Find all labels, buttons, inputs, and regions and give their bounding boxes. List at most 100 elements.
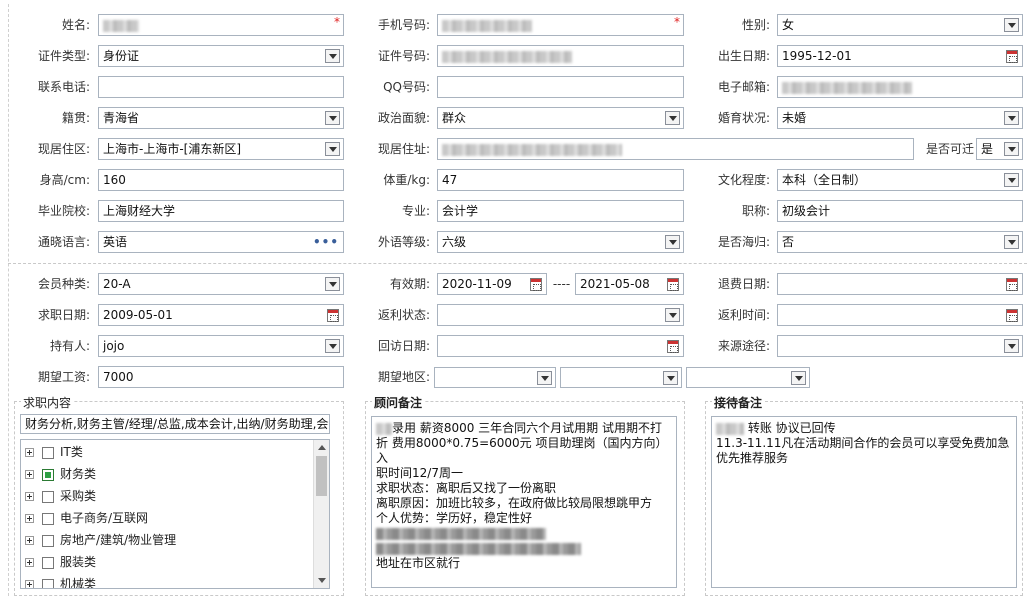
holder-select[interactable]: jojo — [98, 335, 344, 357]
calendar-icon[interactable] — [667, 340, 679, 353]
chevron-down-icon[interactable] — [665, 235, 680, 249]
region-province-select[interactable] — [434, 367, 556, 388]
chevron-down-icon[interactable] — [665, 308, 680, 322]
langlevel-select[interactable]: 六级 — [437, 231, 684, 253]
valid-from-value: 2020-11-09 — [442, 277, 512, 291]
qq-field[interactable] — [437, 76, 684, 98]
chevron-down-icon[interactable] — [325, 111, 340, 125]
advisor-notes-text[interactable]: 录用 薪资8000 三年合同六个月试用期 试用期不打 折 费用8000*0.75… — [371, 416, 677, 588]
redacted-text — [716, 422, 744, 435]
source-select[interactable] — [777, 335, 1023, 357]
weight-field[interactable]: 47 — [437, 169, 684, 191]
phone-field[interactable]: * — [437, 14, 684, 36]
chevron-down-icon[interactable] — [325, 339, 340, 353]
chevron-down-icon[interactable] — [791, 371, 806, 385]
checkbox[interactable] — [42, 556, 54, 569]
checkbox[interactable] — [42, 512, 54, 525]
checkbox[interactable] — [42, 534, 54, 547]
scroll-thumb[interactable] — [316, 456, 327, 496]
expand-icon[interactable] — [25, 470, 34, 479]
calendar-icon[interactable] — [530, 278, 542, 291]
jobdate-field[interactable]: 2009-05-01 — [98, 304, 344, 326]
chevron-down-icon[interactable] — [1004, 339, 1019, 353]
checkbox-checked[interactable] — [42, 468, 54, 481]
idtype-select[interactable]: 身份证 — [98, 45, 344, 67]
tel-field[interactable] — [98, 76, 344, 98]
chevron-down-icon[interactable] — [1004, 111, 1019, 125]
area-select[interactable]: 上海市-上海市-[浦东新区] — [98, 138, 344, 160]
marital-select[interactable]: 未婚 — [777, 107, 1023, 129]
chevron-down-icon[interactable] — [663, 371, 678, 385]
expand-icon[interactable] — [25, 580, 34, 588]
more-icon[interactable]: ••• — [313, 232, 339, 252]
major-field[interactable]: 会计学 — [437, 200, 684, 222]
school-field[interactable]: 上海财经大学 — [98, 200, 344, 222]
calendar-icon[interactable] — [667, 278, 679, 291]
relocate-select[interactable]: 是 — [976, 138, 1023, 160]
birth-date-field[interactable]: 1995-12-01 — [777, 45, 1023, 67]
height-field[interactable]: 160 — [98, 169, 344, 191]
note-line — [376, 526, 672, 541]
expand-icon[interactable] — [25, 536, 34, 545]
calendar-icon[interactable] — [1006, 50, 1018, 63]
expand-icon[interactable] — [25, 448, 34, 457]
gender-select[interactable]: 女 — [777, 14, 1023, 36]
tree-item[interactable]: 服装类 — [25, 552, 96, 572]
visit-date-field[interactable] — [437, 335, 684, 357]
tree-item[interactable]: 电子商务/互联网 — [25, 508, 148, 528]
expand-icon[interactable] — [25, 492, 34, 501]
scroll-up-icon[interactable] — [318, 445, 326, 450]
chevron-down-icon[interactable] — [1004, 235, 1019, 249]
rebate-status-select[interactable] — [437, 304, 684, 326]
native-select[interactable]: 青海省 — [98, 107, 344, 129]
lang-field[interactable]: 英语 ••• — [98, 231, 344, 253]
tree-item[interactable]: 房地产/建筑/物业管理 — [25, 530, 176, 550]
overseas-select[interactable]: 否 — [777, 231, 1023, 253]
redacted-text — [376, 422, 392, 435]
email-field[interactable] — [777, 76, 1023, 98]
title-field[interactable]: 初级会计 — [777, 200, 1023, 222]
region-city-select[interactable] — [560, 367, 682, 388]
refund-date-field[interactable] — [777, 273, 1023, 295]
rebate-time-field[interactable] — [777, 304, 1023, 326]
chevron-down-icon[interactable] — [1004, 18, 1019, 32]
expand-icon[interactable] — [25, 514, 34, 523]
tree-item[interactable]: IT类 — [25, 442, 83, 462]
tree-item[interactable]: 采购类 — [25, 486, 96, 506]
job-category-tree[interactable]: IT类 财务类 采购类 电子商务/互联网 房地产/建筑/物业管理 服装类 机械类 — [20, 439, 330, 589]
chevron-down-icon[interactable] — [537, 371, 552, 385]
school-value: 上海财经大学 — [103, 204, 176, 218]
chevron-down-icon[interactable] — [325, 277, 340, 291]
chevron-down-icon[interactable] — [665, 111, 680, 125]
scroll-down-icon[interactable] — [318, 578, 326, 583]
reception-notes-text[interactable]: 转账 协议已回传 11.3-11.11凡在活动期间合作的会员可以享受免费加急 优… — [711, 416, 1017, 588]
native-value: 青海省 — [103, 111, 140, 125]
tree-item[interactable]: 机械类 — [25, 574, 96, 588]
chevron-down-icon[interactable] — [325, 142, 340, 156]
chevron-down-icon[interactable] — [1004, 142, 1019, 156]
checkbox[interactable] — [42, 490, 54, 503]
expand-icon[interactable] — [25, 558, 34, 567]
chevron-down-icon[interactable] — [325, 49, 340, 63]
idno-field[interactable] — [437, 45, 684, 67]
member-type-select[interactable]: 20-A — [98, 273, 344, 295]
political-select[interactable]: 群众 — [437, 107, 684, 129]
tree-scrollbar[interactable] — [313, 440, 329, 588]
address-field[interactable] — [437, 138, 914, 160]
calendar-icon[interactable] — [327, 309, 339, 322]
salary-field[interactable]: 7000 — [98, 366, 344, 388]
tree-item[interactable]: 财务类 — [25, 464, 96, 484]
job-content-summary[interactable]: 财务分析,财务主管/经理/总监,成本会计,出纳/财务助理,会计 — [20, 414, 330, 434]
name-field[interactable]: * — [98, 14, 344, 36]
valid-to-field[interactable]: 2021-05-08 — [575, 273, 684, 295]
calendar-icon[interactable] — [1006, 309, 1018, 322]
checkbox[interactable] — [42, 446, 54, 459]
calendar-icon[interactable] — [1006, 278, 1018, 291]
edu-select[interactable]: 本科（全日制） — [777, 169, 1023, 191]
valid-from-field[interactable]: 2020-11-09 — [437, 273, 547, 295]
checkbox[interactable] — [42, 578, 54, 588]
chevron-down-icon[interactable] — [1004, 173, 1019, 187]
birth-label: 出生日期: — [717, 49, 770, 63]
tree-item-label: 房地产/建筑/物业管理 — [60, 533, 177, 547]
region-district-select[interactable] — [686, 367, 810, 388]
